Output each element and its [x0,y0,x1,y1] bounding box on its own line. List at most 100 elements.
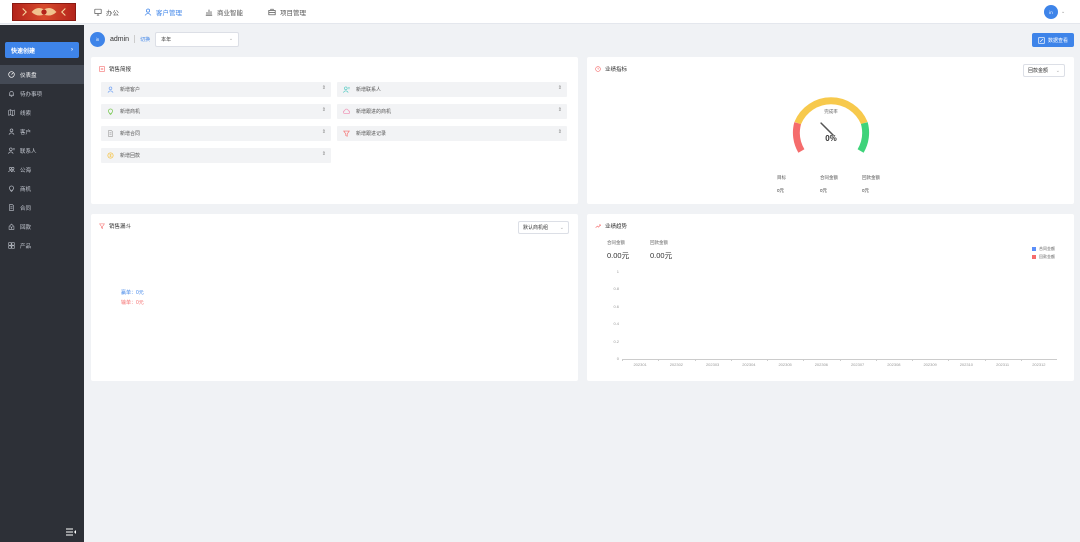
card-title: 销售简报 [109,67,132,73]
sales-brief-card: 销售简报 新增客户 ⇕ 新增联系人 ⇕ 新增商机 ⇕ 新增跟进的商机 ⇕ 新增合… [91,57,578,204]
x-tick-label: 202311 [996,362,1010,367]
bar-chart-icon [205,9,213,16]
goal-card: 业绩指标 回款金额 ⌄ 完成率 0% 目标 0元 合同金额 0元 回款金额 0元 [587,57,1074,204]
card-title: 销售漏斗 [109,224,132,230]
x-tick-mark [803,359,805,361]
card-title: 业绩指标 [605,67,628,73]
x-tick-mark [948,359,950,361]
dashboard-header: in admin 切换 本年 ⌄ [90,31,240,47]
brief-item-new-contact[interactable]: 新增联系人 ⇕ [337,82,567,97]
sort-icon: ⇕ [321,85,326,91]
sidebar-item-contract[interactable]: 合同 [0,198,84,217]
chevron-down-icon: ⌄ [228,36,234,42]
cloud-icon [343,108,350,114]
bulb-icon [108,108,113,115]
topnav-office[interactable]: 办公 [94,0,119,24]
logo[interactable] [12,3,76,21]
funnel-lose-text: 输单：0元 [121,300,144,306]
collapse-icon[interactable] [66,528,76,536]
sales-funnel-card: 销售漏斗 默认商机组 ⌄ 赢单：0元 输单：0元 [91,214,578,381]
topnav-customer-label: 客户管理 [156,10,182,17]
users-icon [8,167,15,173]
brief-item-followup-record[interactable]: 新增跟进记录 ⇕ [337,126,567,141]
brief-item-followed-opportunity[interactable]: 新增跟进的商机 ⇕ [337,104,567,119]
y-tick-label: 0.4 [613,321,619,327]
y-tick-label: 0 [616,356,619,361]
funnel-icon [343,130,350,137]
sidebar-item-label: 合同 [20,205,32,212]
x-tick-mark [767,359,768,361]
topnav-bi[interactable]: 商业智能 [205,0,243,24]
contact-icon [8,147,15,154]
dashboard-icon [8,71,15,78]
funnel-icon [99,223,105,229]
chevron-down-icon: ⌄ [1055,67,1060,74]
scope-select-value: 本年 [161,36,172,43]
switch-link[interactable]: 切换 [140,36,150,43]
brief-item-label: 新增回款 [120,153,141,159]
stat-contract-value: 0元 [820,188,828,193]
sidebar-item-label: 待办事项 [20,91,43,98]
sidebar-item-payment[interactable]: 回款 [0,217,84,236]
user-icon [144,8,152,16]
user-icon [8,128,15,135]
x-tick-label: 202307 [850,362,865,367]
x-tick-label: 202305 [778,362,792,367]
contract-icon [9,204,14,211]
x-tick-label: 202306 [814,362,829,367]
gauge-value: 0% [825,134,837,143]
stat-target-value: 0元 [777,188,785,193]
sidebar-item-customer[interactable]: 客户 [0,122,84,141]
user-icon [107,86,114,93]
card-header: 业绩指标 [595,65,627,73]
x-tick-label: 202312 [1032,362,1046,367]
coin-icon [107,152,114,159]
topnav-office-label: 办公 [106,10,119,17]
sidebar-item-label: 产品 [20,243,32,250]
brief-item-new-opportunity[interactable]: 新增商机 ⇕ [101,104,331,119]
logo-graphic [22,8,66,16]
brief-item-new-customer[interactable]: 新增客户 ⇕ [101,82,331,97]
sidebar-item-contacts[interactable]: 联系人 [0,141,84,160]
sidebar-item-product[interactable]: 产品 [0,236,84,255]
sidebar-item-label: 商机 [20,186,32,193]
quick-create-label: 快速创建 [11,48,36,55]
card-header: 销售简报 [99,65,131,73]
username: admin [110,35,130,43]
sort-icon: ⇕ [557,85,562,91]
sidebar-item-label: 回款 [20,224,32,231]
funnel-win-text: 赢单：0元 [121,290,144,296]
sidebar-item-public-pool[interactable]: 公海 [0,160,84,179]
sidebar-item-todo[interactable]: 待办事项 [0,84,84,103]
completion-gauge: 完成率 0% [792,97,870,153]
sidebar-item-opportunity[interactable]: 商机 [0,179,84,198]
topnav-bi-label: 商业智能 [217,10,243,17]
scope-select[interactable]: 本年 ⌄ [155,31,240,47]
user-avatar[interactable]: in [1044,5,1058,19]
funnel-group-select[interactable]: 默认商机组 ⌄ [518,221,569,234]
report-icon [99,66,105,72]
quick-create-button[interactable]: 快速创建 › [5,42,79,58]
x-tick-mark [875,359,877,361]
chevron-down-icon[interactable]: ⌄ [1061,9,1065,15]
topnav-project[interactable]: 项目管理 [268,0,306,24]
sidebar: 快速创建 › 仪表盘 待办事项 线索 客户 联系人 公海 商机 合同 回款 产品 [0,25,84,542]
sidebar-item-label: 联系人 [20,148,37,155]
goal-metric-value: 回款金额 [1028,68,1049,74]
goal-metric-select[interactable]: 回款金额 ⌄ [1023,64,1065,77]
sidebar-item-leads[interactable]: 线索 [0,103,84,122]
x-tick-label: 202310 [959,362,974,367]
sort-icon: ⇕ [321,129,326,135]
data-view-button[interactable]: 数据查看 [1032,33,1074,47]
x-tick-label: 202308 [887,362,901,367]
brief-item-new-contract[interactable]: 新增合同 ⇕ [101,126,331,141]
sidebar-item-dashboard[interactable]: 仪表盘 [0,65,84,84]
brief-item-new-payment[interactable]: 新增回款 ⇕ [101,148,331,163]
x-tick-mark [912,359,913,361]
contract-icon [108,130,113,137]
brief-item-label: 新增跟进的商机 [356,109,392,115]
x-tick-mark [730,359,732,361]
x-tick-mark [1020,359,1022,361]
topnav-customer[interactable]: 客户管理 [144,0,182,24]
sort-icon: ⇕ [557,129,562,135]
